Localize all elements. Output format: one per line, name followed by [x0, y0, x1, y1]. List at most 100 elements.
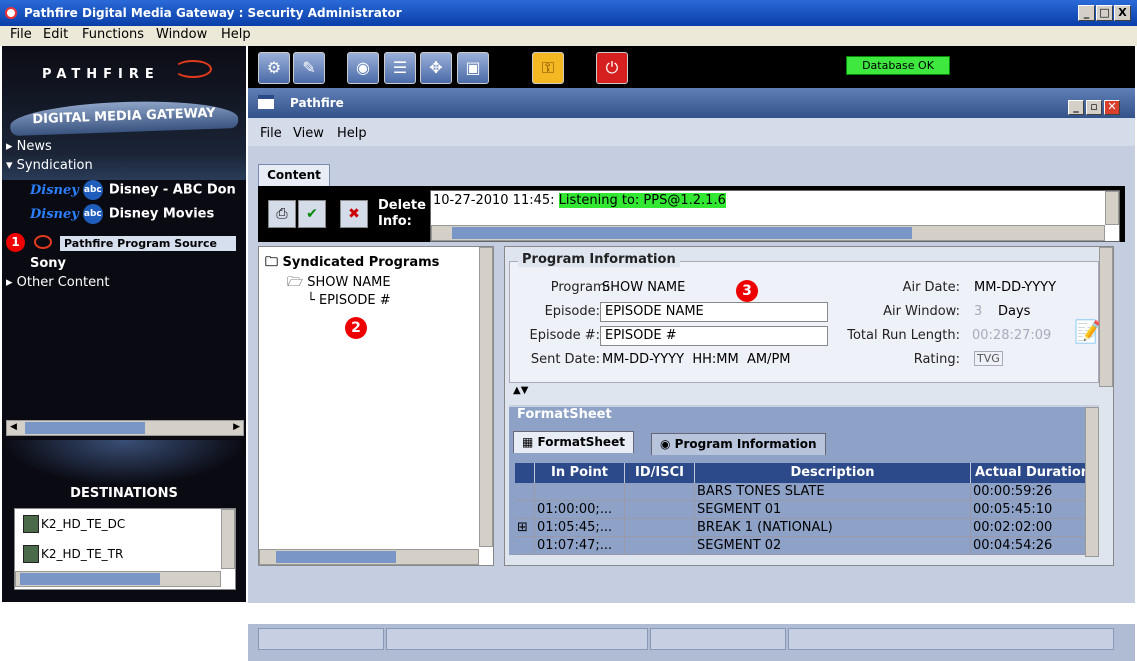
destination-item[interactable]: K2_HD_TE_TR — [23, 545, 123, 563]
close-button[interactable]: X — [1114, 5, 1131, 21]
scroll-icon[interactable]: ☰ — [384, 52, 416, 84]
binoculars-icon[interactable]: ◉ — [347, 52, 379, 84]
air-window-value: 3 — [974, 304, 983, 319]
formatsheet-vertical-scrollbar[interactable] — [1085, 407, 1099, 557]
scrollbar-thumb[interactable] — [276, 551, 396, 563]
table-cell-expand[interactable]: ⊞ — [515, 519, 535, 537]
tree-item-sony[interactable]: Sony — [30, 256, 66, 271]
disney-logo-icon: Disney — [30, 206, 79, 222]
expand-arrow-icon[interactable]: ▸ — [6, 139, 13, 154]
wrench-icon[interactable]: ✎ — [293, 52, 325, 84]
inner-titlebar: Pathfire _ ▫ ✕ — [248, 88, 1135, 118]
tree-item-show-name[interactable]: 🗁 SHOW NAME — [287, 273, 391, 295]
program-information-group: Program Information Program: SHOW NAME 3… — [509, 252, 1101, 383]
tree-vertical-scrollbar[interactable] — [479, 247, 493, 547]
menu-help[interactable]: Help — [221, 27, 251, 42]
folder-icon: 🗀 — [265, 255, 279, 270]
menu-functions[interactable]: Functions — [82, 27, 144, 42]
abc-logo-icon: abc — [82, 204, 103, 224]
callout-badge-1: 1 — [6, 233, 25, 252]
table-cell-expand[interactable] — [515, 537, 535, 555]
info-icon: ◉ — [660, 437, 671, 451]
inner-menu-view[interactable]: View — [293, 126, 324, 141]
tree-item-pathfire-program-source[interactable]: Pathfire Program Source — [60, 236, 236, 251]
tree-item-other-content[interactable]: ▸ Other Content — [6, 275, 109, 290]
air-window-unit: Days — [998, 304, 1031, 319]
key-icon[interactable]: ⚿ — [532, 52, 564, 84]
lock-icon[interactable]: ▣ — [457, 52, 489, 84]
collapse-arrow-icon[interactable]: ▾ — [6, 158, 13, 173]
inner-close-button[interactable]: ✕ — [1104, 100, 1120, 115]
power-icon[interactable]: ⏻ — [596, 52, 628, 84]
table-cell-dur: 00:04:54:26 — [971, 537, 1095, 555]
delete-icon[interactable]: ✖ — [340, 200, 368, 228]
menu-file[interactable]: File — [10, 27, 32, 42]
notepad-icon[interactable]: 📝 — [1074, 320, 1101, 345]
column-header-actual-duration[interactable]: Actual Duration — [971, 463, 1095, 483]
tab-formatsheet[interactable]: ▦ FormatSheet — [513, 431, 634, 453]
expand-arrow-icon[interactable]: ▸ — [6, 275, 13, 290]
inner-menu-file[interactable]: File — [260, 126, 282, 141]
settings-icon[interactable]: ⚙ — [258, 52, 290, 84]
print-icon[interactable]: ⎙ — [268, 200, 296, 228]
scrollbar-thumb[interactable] — [20, 573, 160, 585]
window-titlebar: Pathfire Digital Media Gateway : Securit… — [0, 0, 1137, 26]
sent-date-value: MM-DD-YYYY HH:MM AM/PM — [602, 352, 791, 367]
menu-edit[interactable]: Edit — [43, 27, 68, 42]
table-cell-dur: 00:05:45:10 — [971, 501, 1095, 519]
sent-date-label: Sent Date: — [530, 352, 600, 367]
callout-badge-3: 3 — [736, 280, 758, 302]
tab-program-information[interactable]: ◉ Program Information — [651, 433, 826, 455]
menu-window[interactable]: Window — [156, 27, 207, 42]
table-cell-expand[interactable] — [515, 483, 535, 501]
episode-number-field[interactable]: EPISODE # — [600, 326, 828, 346]
episode-field[interactable]: EPISODE NAME — [600, 302, 828, 322]
inner-window-title: Pathfire — [290, 96, 344, 110]
scrollbar-thumb[interactable] — [452, 227, 912, 239]
total-run-length-label: Total Run Length: — [847, 328, 960, 343]
status-cell — [258, 628, 384, 650]
splitter-arrows-icon[interactable]: ▲▼ — [513, 385, 528, 396]
table-cell-in: 01:05:45;... — [535, 519, 625, 537]
inner-restore-button[interactable]: ▫ — [1086, 100, 1102, 115]
left-navigation-panel: PATHFIRE DIGITAL MEDIA GATEWAY ▸ News ▾ … — [2, 46, 246, 602]
detail-vertical-scrollbar[interactable] — [1099, 247, 1113, 387]
tree-item-episode[interactable]: └ EPISODE # — [307, 293, 391, 308]
table-cell-desc: SEGMENT 01 — [695, 501, 971, 519]
column-header-description[interactable]: Description — [695, 463, 971, 483]
destinations-horizontal-scrollbar[interactable] — [15, 571, 221, 587]
pathfire-logo: PATHFIRE — [42, 67, 160, 82]
inner-menu-help[interactable]: Help — [337, 126, 367, 141]
inner-minimize-button[interactable]: _ — [1068, 100, 1084, 115]
folder-open-icon: 🗁 — [287, 275, 304, 290]
server-icon — [23, 515, 39, 533]
minimize-button[interactable]: _ — [1078, 5, 1095, 21]
left-horizontal-scrollbar[interactable]: ◀ ▶ — [6, 420, 244, 436]
table-cell-id — [625, 537, 695, 555]
tree-root-syndicated-programs[interactable]: 🗀 Syndicated Programs — [265, 253, 439, 275]
maximize-button[interactable]: □ — [1096, 5, 1113, 21]
status-cell — [386, 628, 648, 650]
tree-item-news[interactable]: ▸ News — [6, 139, 52, 154]
tree-item-disney-abc[interactable]: Disney abc Disney - ABC Don — [30, 180, 236, 200]
log-output: 10-27-2010 11:45: Listening to: PPS@1.2.… — [430, 190, 1120, 242]
table-cell-expand[interactable] — [515, 501, 535, 519]
destinations-vertical-scrollbar[interactable] — [221, 509, 235, 569]
scroll-left-icon[interactable]: ◀ — [10, 422, 17, 432]
column-header-in-point[interactable]: In Point — [535, 463, 625, 483]
tree-horizontal-scrollbar[interactable] — [259, 549, 479, 565]
log-vertical-scrollbar[interactable] — [1105, 191, 1119, 225]
scrollbar-thumb[interactable] — [25, 422, 145, 434]
destination-item[interactable]: K2_HD_TE_DC — [23, 515, 125, 533]
checkmark-icon[interactable]: ✔ — [298, 200, 326, 228]
move-icon[interactable]: ✥ — [420, 52, 452, 84]
table-cell-dur: 00:00:59:26 — [971, 483, 1095, 501]
tab-content[interactable]: Content — [258, 164, 330, 186]
column-header-id-isci[interactable]: ID/ISCI — [625, 463, 695, 483]
tree-item-syndication[interactable]: ▾ Syndication — [6, 158, 93, 173]
disney-logo-icon: Disney — [30, 182, 79, 198]
tree-item-disney-movies[interactable]: Disney abc Disney Movies — [30, 204, 214, 224]
log-horizontal-scrollbar[interactable] — [431, 225, 1105, 241]
abc-logo-icon: abc — [82, 180, 103, 200]
scroll-right-icon[interactable]: ▶ — [233, 422, 240, 432]
